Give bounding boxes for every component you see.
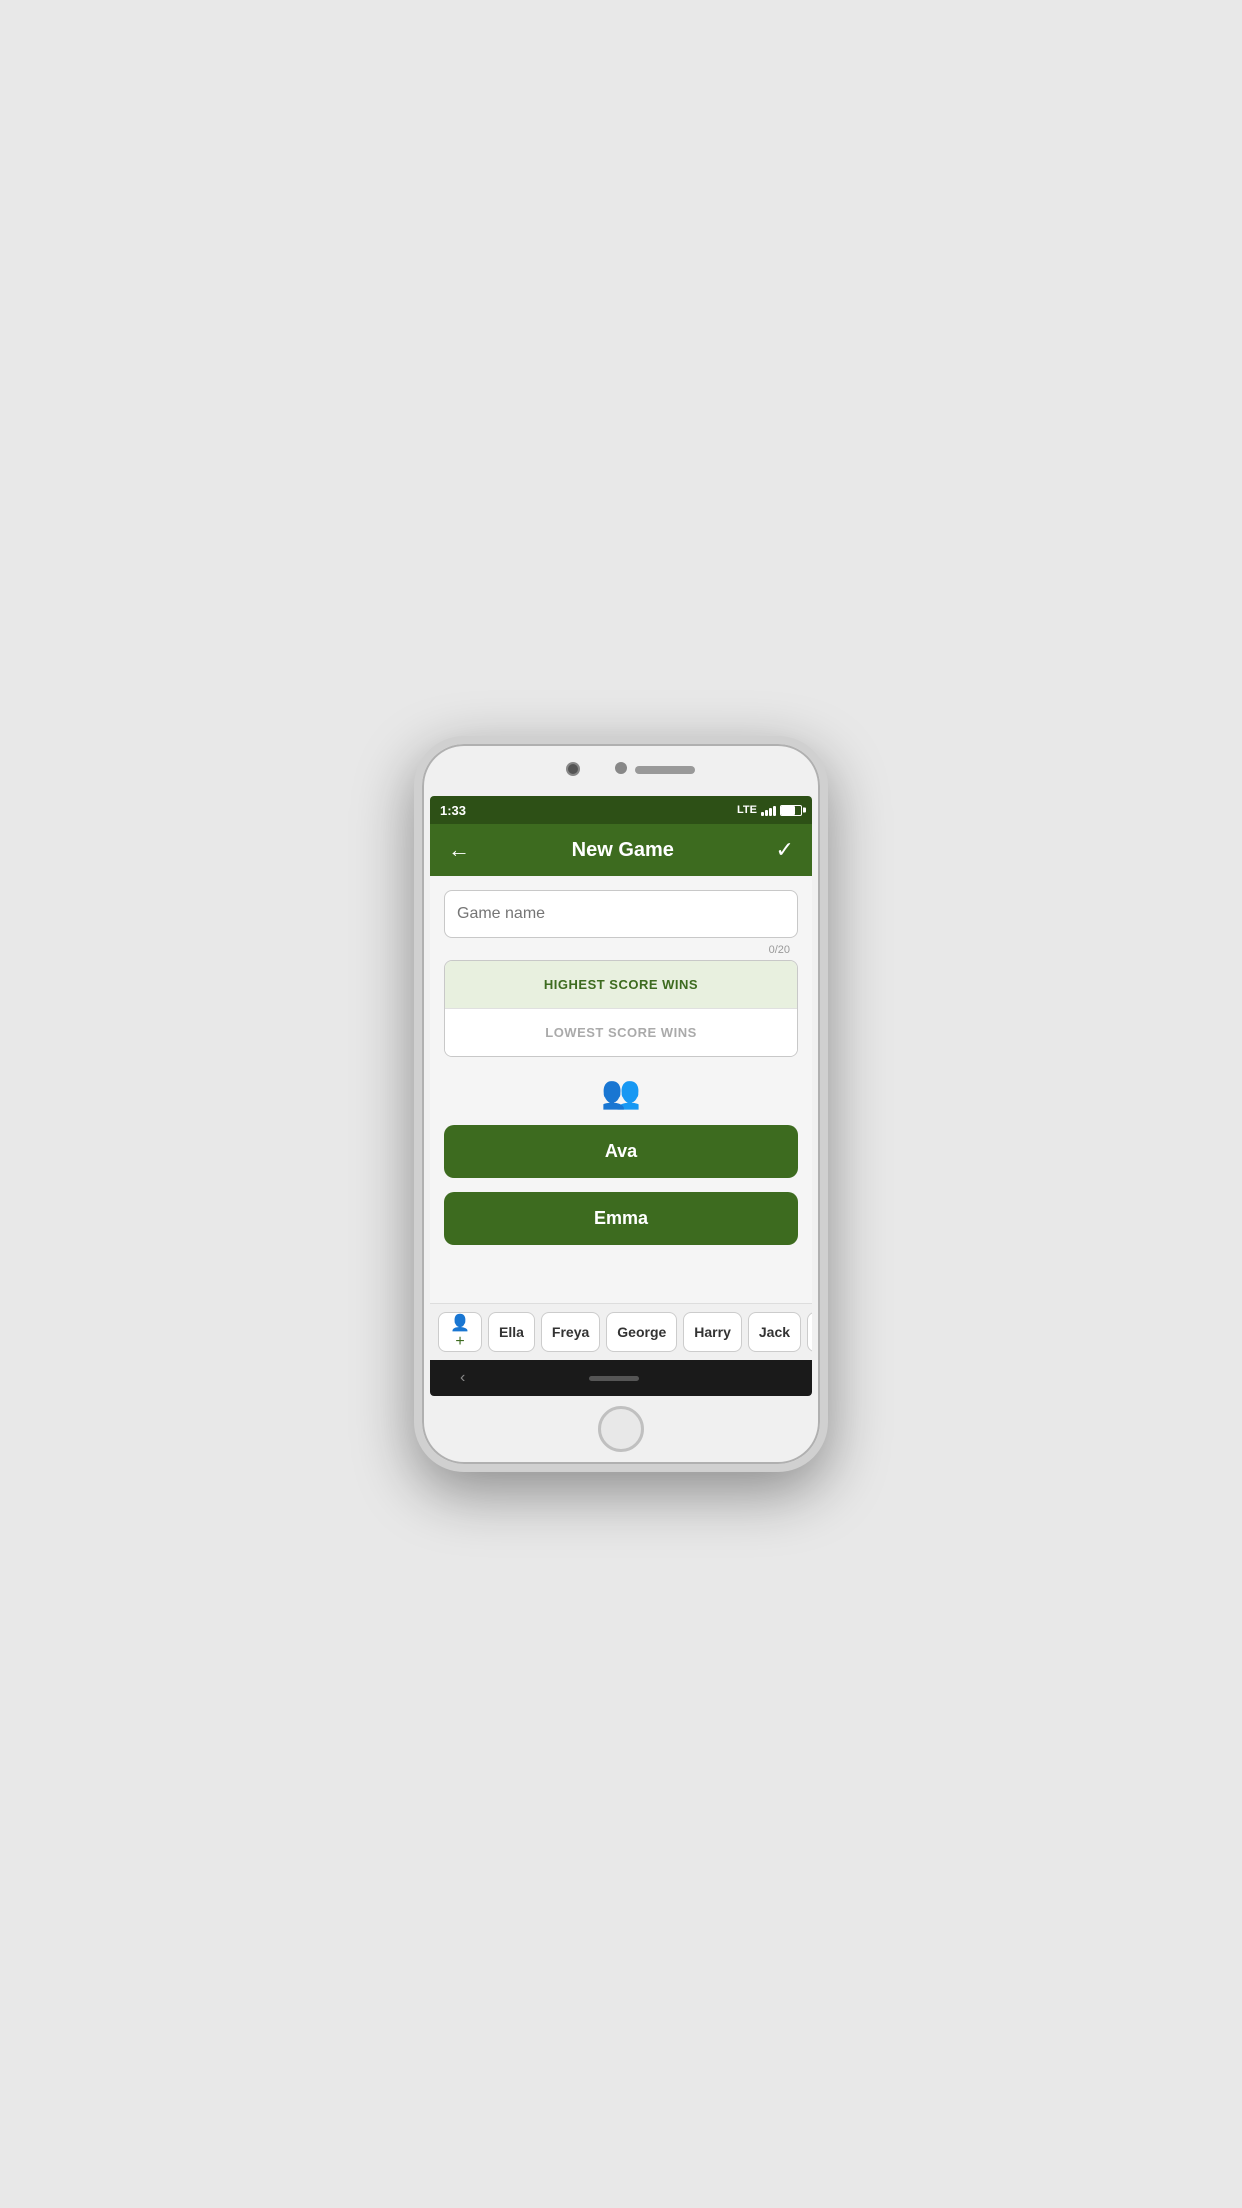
- player-chip-freya[interactable]: Freya: [541, 1312, 600, 1352]
- players-icon-container: 👥: [444, 1069, 798, 1113]
- char-count: 0/20: [769, 944, 790, 956]
- player-chip-jack[interactable]: Jack: [748, 1312, 801, 1352]
- bottom-player-bar: 👤+ Ella Freya George Harry Jack Ja: [430, 1303, 812, 1360]
- player-ava-button[interactable]: Ava: [444, 1125, 798, 1178]
- confirm-button[interactable]: ✓: [772, 833, 798, 867]
- player-chip-harry[interactable]: Harry: [683, 1312, 742, 1352]
- signal-bars-icon: [761, 805, 776, 816]
- nav-bar: ‹: [430, 1360, 812, 1396]
- screen: 1:33 LTE ← New Game ✓: [430, 796, 812, 1396]
- highest-score-option[interactable]: HIGHEST SCORE WINS: [445, 961, 797, 1008]
- status-time: 1:33: [440, 803, 466, 818]
- add-player-icon: 👤+: [449, 1313, 471, 1351]
- lowest-score-option[interactable]: LOWEST SCORE WINS: [445, 1008, 797, 1056]
- game-name-input[interactable]: [444, 890, 798, 938]
- network-label: LTE: [737, 804, 757, 816]
- game-name-container: 0/20: [444, 890, 798, 938]
- home-pill[interactable]: [589, 1376, 639, 1381]
- phone-home-button[interactable]: [598, 1406, 644, 1452]
- player-emma-button[interactable]: Emma: [444, 1192, 798, 1245]
- phone-frame: 1:33 LTE ← New Game ✓: [414, 736, 828, 1472]
- battery-icon: [780, 805, 802, 816]
- phone-speaker: [635, 766, 695, 774]
- system-back-button[interactable]: ‹: [460, 1369, 465, 1387]
- player-chip-george[interactable]: George: [606, 1312, 677, 1352]
- player-chip-ja[interactable]: Ja: [807, 1312, 812, 1352]
- back-button[interactable]: ←: [444, 833, 474, 867]
- score-selector: HIGHEST SCORE WINS LOWEST SCORE WINS: [444, 960, 798, 1057]
- page-title: New Game: [572, 839, 674, 862]
- status-bar: 1:33 LTE: [430, 796, 812, 824]
- app-header: ← New Game ✓: [430, 824, 812, 876]
- phone-camera: [566, 762, 580, 776]
- add-player-button[interactable]: 👤+: [438, 1312, 482, 1352]
- player-chip-ella[interactable]: Ella: [488, 1312, 535, 1352]
- main-content: 0/20 HIGHEST SCORE WINS LOWEST SCORE WIN…: [430, 876, 812, 1303]
- players-group-icon: 👥: [601, 1073, 641, 1111]
- status-icons: LTE: [737, 804, 802, 816]
